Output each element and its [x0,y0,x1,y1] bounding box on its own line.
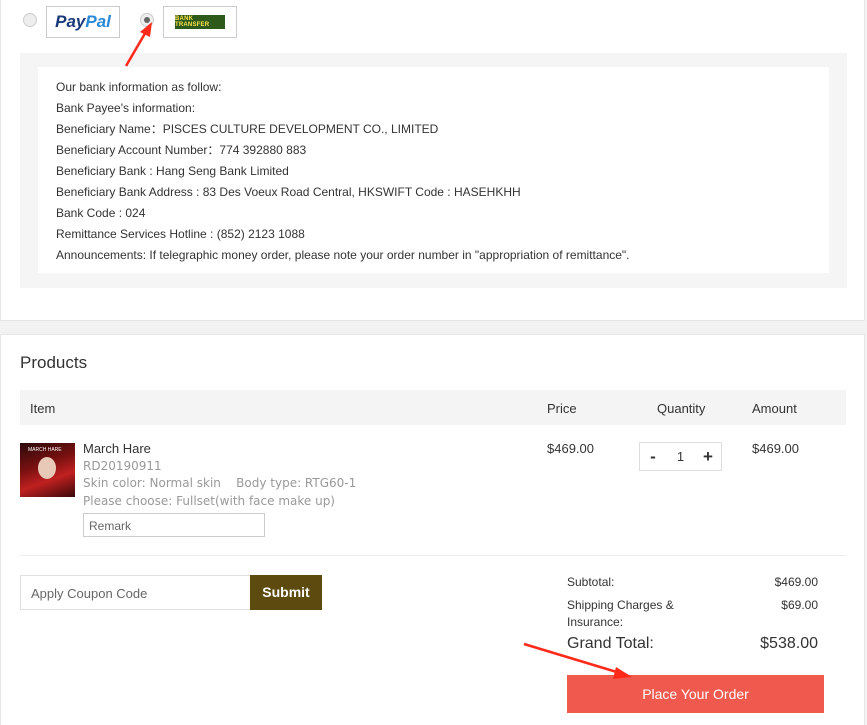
bank-info-line: Our bank information as follow: [56,80,222,94]
bank-info-text: Our bank information as follow: Bank Pay… [38,67,829,273]
product-thumbnail[interactable]: MARCH HARE [20,443,75,497]
bank-info-line: Announcements: If telegraphic money orde… [56,248,630,262]
qty-input[interactable]: 1 [666,449,695,464]
qty-plus-button[interactable]: + [695,447,721,467]
remark-input[interactable]: Remark [83,513,265,537]
bank-info-line: Remittance Services Hotline : (852) 2123… [56,227,305,241]
payment-panel: PayPal BANK TRANSFER Our bank informatio… [0,0,865,321]
column-item: Item [30,401,56,416]
bank-info-line: Beneficiary Bank Address : 83 Des Voeux … [56,185,521,199]
product-price: $469.00 [547,441,594,456]
product-sku: RD20190911 [83,459,162,473]
bank-transfer-logo: BANK TRANSFER [175,15,225,29]
subtotal-value: $469.00 [774,575,818,589]
shipping-value: $69.00 [781,598,818,612]
qty-minus-button[interactable]: - [640,447,666,467]
column-price: Price [547,401,577,416]
product-amount: $469.00 [752,441,799,456]
divider [20,555,846,556]
bank-info-box: Our bank information as follow: Bank Pay… [20,53,847,288]
bank-transfer-radio[interactable] [140,13,154,27]
bank-info-line: Beneficiary Bank : Hang Seng Bank Limite… [56,164,289,178]
bank-transfer-option[interactable]: BANK TRANSFER [163,6,237,38]
products-table-header: Item Price Quantity Amount [20,390,846,425]
product-skin: Skin color: Normal skin Body type: RTG60… [83,476,357,490]
products-panel: Products Item Price Quantity Amount MARC… [0,334,865,725]
bank-info-line: Bank Code : 024 [56,206,146,220]
column-quantity: Quantity [657,401,706,416]
product-choice: Please choose: Fullset(with face make up… [83,494,335,508]
product-name[interactable]: March Hare [83,441,151,456]
paypal-radio[interactable] [23,13,37,27]
bank-info-line: Beneficiary Account Number：774 392880 88… [56,143,307,157]
place-order-button[interactable]: Place Your Order [567,675,824,713]
paypal-option[interactable]: PayPal [46,6,120,38]
column-amount: Amount [752,401,797,416]
grand-total-value: $538.00 [760,635,818,652]
doll-face-image [38,457,56,479]
bank-info-line: Beneficiary Name：PISCES CULTURE DEVELOPM… [56,122,439,136]
paypal-logo: PayPal [55,12,111,31]
grand-total-label: Grand Total: [567,635,654,652]
quantity-stepper: - 1 + [639,442,722,471]
thumbnail-caption: MARCH HARE [28,447,62,453]
shipping-label: Shipping Charges & [567,598,674,612]
coupon-submit-button[interactable]: Submit [250,575,322,610]
products-title: Products [20,353,88,372]
shipping-label-2: Insurance: [567,615,624,629]
bank-info-line: Bank Payee's information: [56,101,196,115]
subtotal-label: Subtotal: [567,575,615,589]
checkout-page: PayPal BANK TRANSFER Our bank informatio… [0,0,867,725]
coupon-input[interactable]: Apply Coupon Code [20,575,251,610]
